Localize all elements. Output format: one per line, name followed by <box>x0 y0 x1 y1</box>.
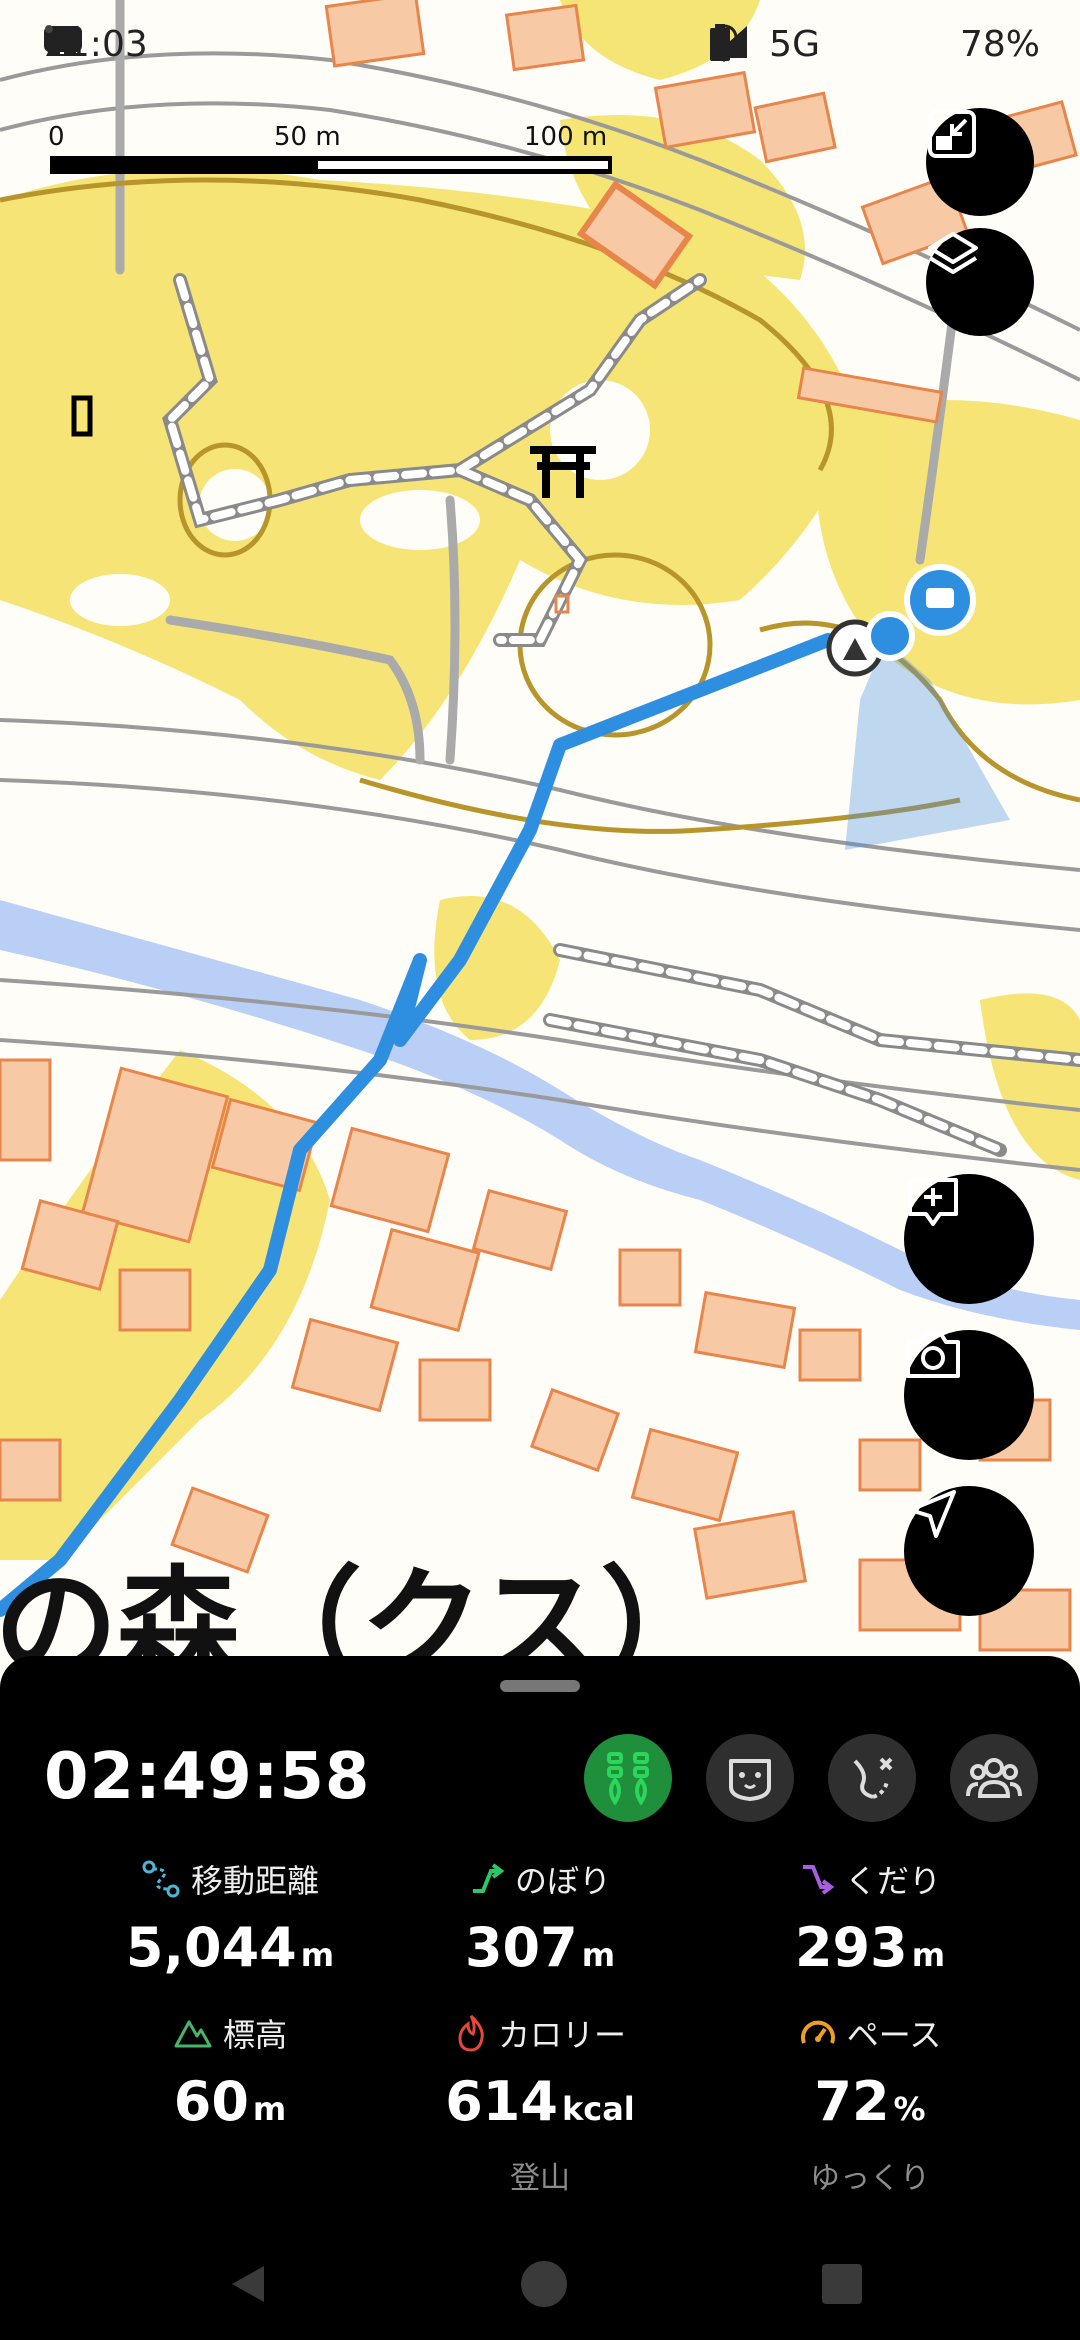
signal-icon <box>711 25 880 65</box>
calories-unit: kcal <box>561 2090 635 2128</box>
camera-icon <box>906 1332 960 1378</box>
scale-label-50: 50 m <box>274 122 341 152</box>
navigation-button[interactable] <box>904 1486 1034 1616</box>
pace-value: 72 <box>814 2070 890 2133</box>
descent-label: くだり <box>844 1862 941 1900</box>
stat-calories: カロリー 614 kcal 登山 <box>360 2010 720 2197</box>
elapsed-timer: 02:49:58 <box>44 1740 371 1814</box>
fullscreen-exit-icon <box>928 110 976 158</box>
ascent-label: のぼり <box>514 1862 611 1900</box>
altitude-unit: m <box>252 2090 287 2128</box>
map-scale: 0 50 m 100 m <box>44 122 624 182</box>
sheet-drag-handle[interactable] <box>500 1680 580 1692</box>
stat-altitude: 標高 60 m <box>50 2010 410 2133</box>
network-type: 5G <box>769 24 820 65</box>
camera-button[interactable] <box>904 1330 1034 1460</box>
group-button[interactable] <box>950 1734 1038 1822</box>
layers-icon <box>928 232 978 274</box>
descent-value: 293 <box>794 1916 908 1979</box>
home-circle-icon <box>521 2261 567 2307</box>
dog-face-icon <box>729 1759 771 1801</box>
calories-activity: 登山 <box>510 2161 570 2196</box>
stat-distance: 移動距離 5,044 m <box>50 1856 410 1979</box>
nav-recents-button[interactable] <box>812 2254 872 2314</box>
route-off-button[interactable] <box>828 1734 916 1822</box>
battery-icon <box>710 24 940 65</box>
pace-label: ペース <box>846 2016 942 2054</box>
scale-label-0: 0 <box>48 122 65 152</box>
descent-icon <box>802 1865 835 1895</box>
alert-icon <box>46 25 206 65</box>
pet-mode-button[interactable] <box>706 1734 794 1822</box>
scale-bar <box>50 156 612 174</box>
descent-unit: m <box>911 1936 946 1974</box>
battery-level: 78% <box>959 24 1040 65</box>
current-location-icon <box>865 611 915 661</box>
calories-value: 614 <box>445 2070 558 2133</box>
mountain-icon <box>174 2020 212 2048</box>
scale-label-100: 100 m <box>524 122 608 152</box>
map-view[interactable]: 11:03 5G 78% 0 50 m 100 m の森（クス） <box>0 0 1080 1680</box>
altitude-value: 60 <box>173 2070 249 2133</box>
fullscreen-exit-button[interactable] <box>926 108 1034 216</box>
navigation-arrow-icon <box>908 1490 956 1538</box>
flame-icon <box>458 2014 484 2052</box>
nav-back-button[interactable] <box>218 2254 278 2314</box>
route-off-icon <box>853 1757 893 1799</box>
add-comment-icon <box>908 1178 958 1226</box>
stat-descent: くだり 293 m <box>690 1856 1050 1979</box>
group-icon <box>966 1758 1022 1798</box>
stat-pace: ペース 72% ゆっくり <box>690 2010 1050 2197</box>
ascent-unit: m <box>581 1936 616 1974</box>
distance-label: 移動距離 <box>190 1862 319 1900</box>
hiking-poles-icon <box>607 1752 649 1806</box>
calories-label: カロリー <box>497 2016 626 2054</box>
youtube-icon <box>44 25 264 65</box>
pace-description: ゆっくり <box>810 2161 930 2196</box>
back-triangle-icon <box>232 2266 264 2302</box>
pace-unit: % <box>893 2090 926 2128</box>
system-nav-bar <box>0 2230 1080 2340</box>
stat-ascent: のぼり 307 m <box>360 1856 720 1979</box>
app-icon <box>44 25 322 65</box>
altitude-label: 標高 <box>222 2016 287 2054</box>
ascent-value: 307 <box>464 1916 578 1979</box>
distance-value: 5,044 <box>125 1916 297 1979</box>
hiking-mode-button[interactable] <box>584 1734 672 1822</box>
nav-home-button[interactable] <box>514 2254 574 2314</box>
distance-unit: m <box>300 1936 335 1974</box>
add-comment-button[interactable] <box>904 1174 1034 1304</box>
status-bar: 11:03 5G 78% <box>0 0 1080 95</box>
dot-icon <box>45 25 380 65</box>
ascent-icon <box>472 1863 505 1893</box>
distance-icon <box>142 1860 180 1898</box>
speedometer-icon <box>800 2020 835 2044</box>
comment-pin-icon <box>904 564 976 636</box>
layers-button[interactable] <box>926 228 1034 336</box>
recents-square-icon <box>822 2264 862 2304</box>
